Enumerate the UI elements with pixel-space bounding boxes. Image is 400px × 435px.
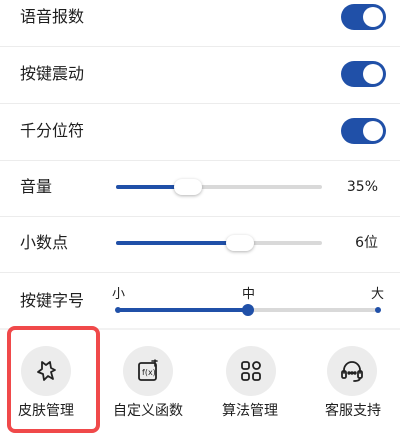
skin-management-button[interactable]: 皮肤管理 <box>0 330 100 435</box>
toggle-knob <box>363 7 383 27</box>
slider-fill <box>116 241 240 245</box>
customer-support-label: 客服支持 <box>325 403 381 419</box>
decimal-slider[interactable] <box>116 235 322 251</box>
volume-slider[interactable] <box>116 179 322 195</box>
size-medium-label: 中 <box>242 287 256 302</box>
thousands-separator-label: 千分位符 <box>20 121 85 140</box>
skin-icon <box>21 346 71 396</box>
svg-text:f(x): f(x) <box>142 368 156 377</box>
decimal-row: 小数点 6位 <box>0 217 400 271</box>
algorithm-management-button[interactable]: 算法管理 <box>200 330 300 435</box>
headset-icon <box>327 346 377 396</box>
custom-function-button[interactable]: f(x) 自定义函数 <box>100 330 200 435</box>
volume-value: 35% <box>346 179 378 195</box>
key-font-size-row: 按键字号 小 中 大 <box>0 273 400 329</box>
algorithm-management-label: 算法管理 <box>222 403 278 419</box>
decimal-label: 小数点 <box>20 233 69 252</box>
size-small-label: 小 <box>112 287 126 302</box>
volume-row: 音量 35% <box>0 161 400 215</box>
key-font-size-slider[interactable] <box>115 304 381 316</box>
slider-fill <box>118 308 248 312</box>
key-vibration-toggle[interactable] <box>341 61 386 87</box>
custom-function-label: 自定义函数 <box>113 403 183 419</box>
key-vibration-label: 按键震动 <box>20 64 85 83</box>
toggle-row-thousands: 千分位符 <box>0 104 400 158</box>
function-icon: f(x) <box>123 346 173 396</box>
size-selected-thumb[interactable] <box>242 304 254 316</box>
slider-thumb[interactable] <box>225 235 254 251</box>
skin-management-label: 皮肤管理 <box>18 403 74 419</box>
voice-readout-toggle[interactable] <box>341 4 386 30</box>
slider-thumb[interactable] <box>174 179 203 195</box>
size-large-dot[interactable] <box>375 307 381 313</box>
toggle-row-voice: 语音报数 <box>0 0 400 44</box>
apps-icon <box>226 346 276 396</box>
size-small-dot[interactable] <box>115 307 121 313</box>
decimal-value: 6位 <box>355 235 378 251</box>
key-font-size-label: 按键字号 <box>20 291 85 310</box>
tool-bar: 皮肤管理 f(x) 自定义函数 算法管理 客服支持 <box>0 330 400 435</box>
volume-label: 音量 <box>20 177 53 196</box>
voice-readout-label: 语音报数 <box>20 7 85 26</box>
toggle-knob <box>363 121 383 141</box>
size-large-label: 大 <box>371 287 385 302</box>
toggle-knob <box>363 64 383 84</box>
customer-support-button[interactable]: 客服支持 <box>300 330 400 435</box>
toggle-row-vibration: 按键震动 <box>0 47 400 101</box>
thousands-separator-toggle[interactable] <box>341 118 386 144</box>
